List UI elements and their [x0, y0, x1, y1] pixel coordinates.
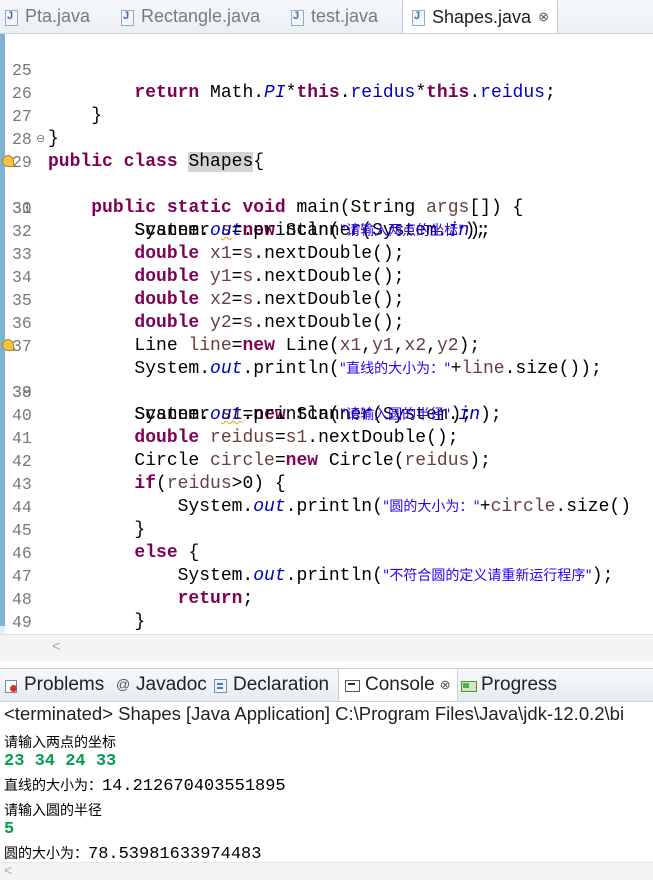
- code-line: 30 Scanner s=new Scanner(System.in);: [0, 151, 653, 241]
- tab-label: Rectangle.java: [141, 6, 261, 26]
- declaration-icon: [213, 678, 228, 693]
- code-line: 40 double reidus=s1.nextDouble();: [0, 381, 653, 448]
- code-line: 45 else {: [0, 496, 653, 563]
- code-line: 39 System.out.println("请输入圆的半径");: [0, 358, 653, 425]
- console-output-line: 直线的大小为：14.212670403551895: [4, 775, 286, 796]
- javadoc-icon: [116, 676, 131, 693]
- console-input-line: 5: [4, 820, 15, 839]
- code-line: 28 public class Shapes{: [0, 105, 653, 172]
- console-output-line: 圆的大小为：78.53981633974483: [4, 843, 261, 864]
- tab-label: Progress: [481, 674, 558, 695]
- code-line: 25 return Math.PI*returnthis.reidus*this…: [0, 36, 653, 103]
- code-line: 41 Circle circle=new Circle(reidus);: [0, 404, 653, 471]
- code-line: 31 System.out.println("请输入两点的坐标");: [0, 174, 653, 241]
- console-output-line: 请输入圆的半径: [4, 803, 102, 819]
- tab-label: Javadoc: [136, 674, 207, 695]
- scroll-left-icon[interactable]: <: [52, 638, 61, 655]
- tab-javadoc[interactable]: Javadoc: [116, 669, 207, 701]
- code-line: 36 Line line=new Line(x1,y1,x2,y2);: [0, 289, 653, 356]
- code-line: 50 }: [0, 611, 653, 634]
- code-line: 42 if(reidus>0) {: [0, 427, 653, 494]
- code-line: 29 ⊖ public static void main(String args…: [0, 128, 653, 218]
- console-icon: [345, 678, 360, 693]
- console-horizontal-scrollbar[interactable]: <: [0, 862, 653, 880]
- progress-icon: [461, 678, 477, 693]
- tab-test-java[interactable]: test.java: [290, 0, 378, 33]
- tab-label: Pta.java: [25, 6, 91, 26]
- fold-collapse-icon[interactable]: ⊖: [36, 129, 45, 152]
- console-output-line: 请输入两点的坐标: [4, 735, 116, 751]
- java-file-icon: [4, 9, 18, 26]
- problems-icon: [4, 678, 19, 693]
- code-line: 33 double y1=s.nextDouble();: [0, 220, 653, 287]
- code-line: 48 }: [0, 565, 653, 632]
- console-status: <terminated> Shapes [Java Application] C…: [4, 703, 625, 724]
- code-line: 47 return;: [0, 542, 653, 609]
- code-line: 43 System.out.println("圆的大小为："+circle.si…: [0, 450, 653, 517]
- tab-pta-java[interactable]: Pta.java: [4, 0, 90, 33]
- output-label: 圆的大小为：: [4, 846, 88, 862]
- editor-tab-bar: Pta.java Rectangle.java test.java Shapes…: [0, 0, 653, 34]
- close-icon[interactable]: ⊗: [440, 677, 451, 693]
- tab-declaration[interactable]: Declaration: [213, 669, 329, 701]
- code-line: 46 System.out.println("不符合圆的定义请重新运行程序");: [0, 519, 653, 586]
- java-file-icon: [120, 9, 134, 26]
- code-line: 38 Scanner s1=new Scanner(System.in);: [0, 335, 653, 425]
- tab-shapes-java[interactable]: Shapes.java ⊗: [402, 0, 558, 33]
- console-input-line: 23 34 24 33: [4, 752, 117, 771]
- tab-label: Shapes.java: [432, 6, 532, 27]
- tab-label: Problems: [24, 674, 105, 695]
- scroll-left-icon[interactable]: <: [4, 862, 12, 878]
- close-icon[interactable]: ⊗: [538, 9, 549, 25]
- tab-rectangle-java[interactable]: Rectangle.java: [120, 0, 260, 33]
- code-line: 27 }: [0, 82, 653, 149]
- tab-label: test.java: [311, 6, 379, 26]
- code-line: 32 double x1=s.nextDouble();: [0, 197, 653, 264]
- output-value: 14.212670403551895: [102, 777, 286, 796]
- output-label: 直线的大小为：: [4, 778, 102, 794]
- warning-icon[interactable]: [2, 155, 14, 167]
- tab-console[interactable]: Console ⊗: [338, 669, 458, 701]
- panel-tab-bar: Problems Javadoc Declaration Console ⊗ P…: [0, 668, 653, 702]
- code-line: 44 }: [0, 473, 653, 540]
- java-file-icon: [290, 9, 304, 26]
- code-line: 35 double y2=s.nextDouble();: [0, 266, 653, 333]
- editor-horizontal-scrollbar[interactable]: <: [0, 634, 653, 661]
- code-line: 26 }: [0, 59, 653, 126]
- code-line: 49 }: [0, 588, 653, 632]
- tab-problems[interactable]: Problems: [4, 669, 104, 701]
- tab-progress[interactable]: Progress: [461, 669, 557, 701]
- tab-label: Console: [365, 674, 435, 695]
- tab-label: Declaration: [233, 674, 330, 695]
- code-line: 34 double x2=s.nextDouble();: [0, 243, 653, 310]
- java-file-icon: [411, 9, 425, 26]
- warning-icon[interactable]: [2, 339, 14, 351]
- code-line: 37 System.out.println("直线的大小为："+line.siz…: [0, 312, 653, 379]
- code-editor[interactable]: 25 return Math.PI*returnthis.reidus*this…: [0, 34, 653, 634]
